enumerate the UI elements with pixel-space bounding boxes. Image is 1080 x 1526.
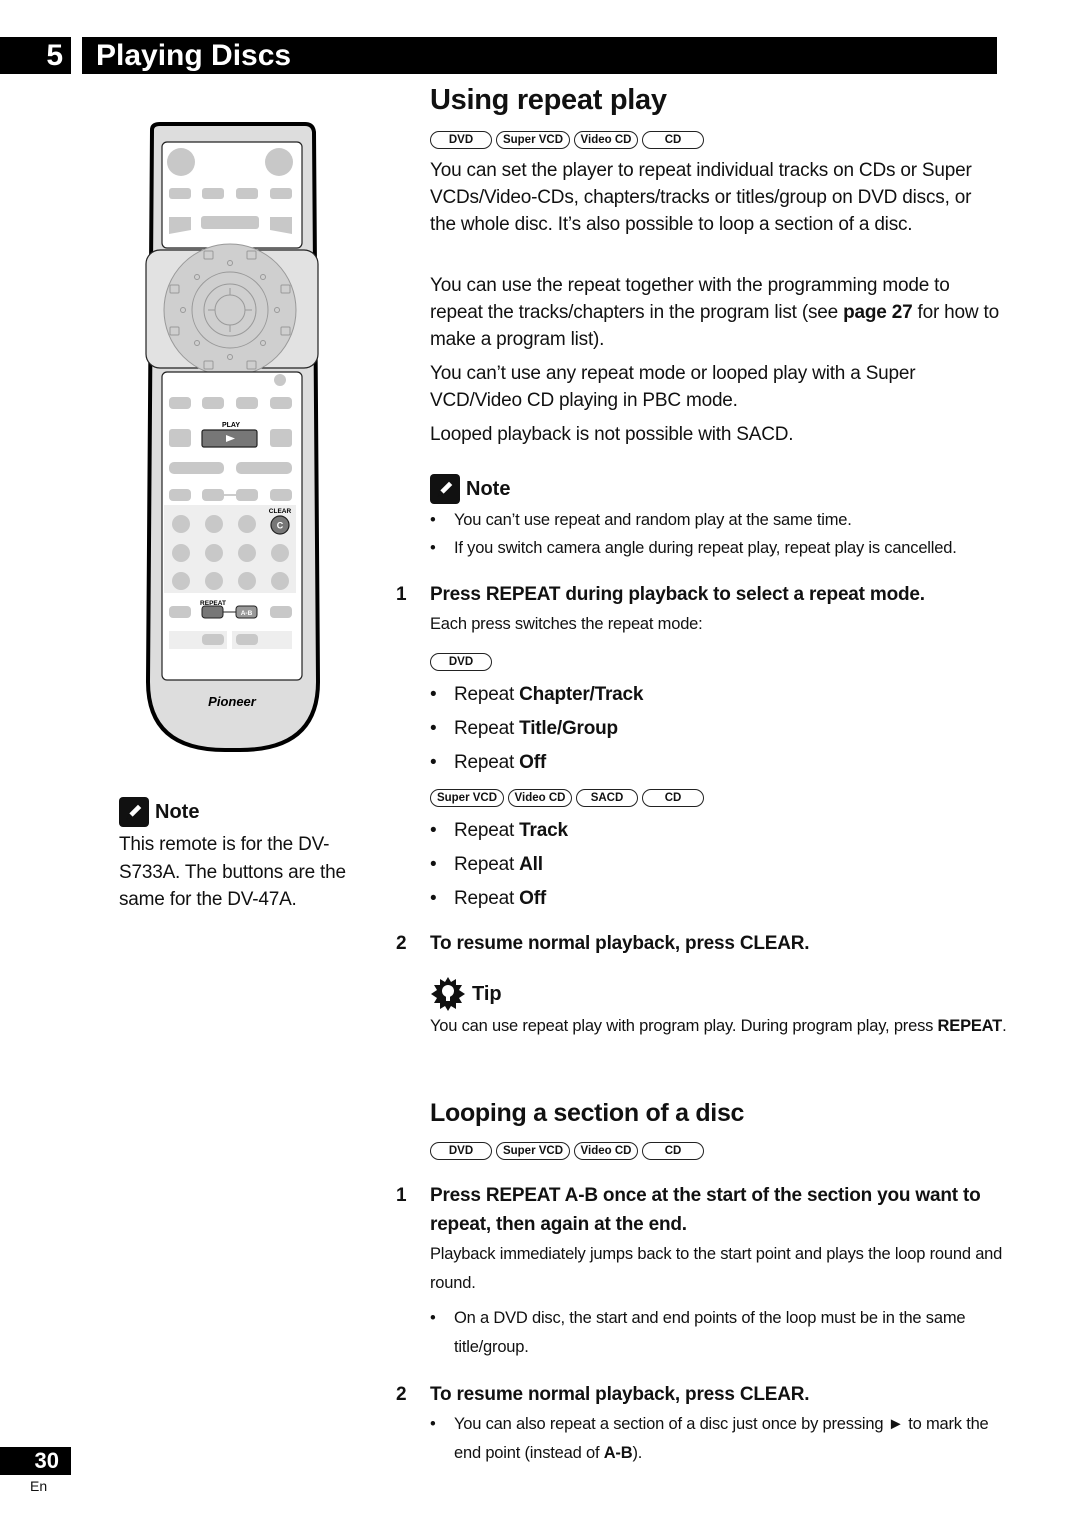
chapter-number: 5: [0, 37, 71, 74]
tip-text: You can use repeat play with program pla…: [430, 1017, 1007, 1035]
section-title-repeat-play: Using repeat play: [430, 84, 667, 116]
disc-badges: DVD Super VCD Video CD CD: [430, 131, 704, 149]
step-title: Press REPEAT during playback to select a…: [430, 584, 925, 605]
step-number: 2: [396, 1384, 407, 1405]
chapter-title: Playing Discs: [82, 37, 997, 74]
repeat-mode-item: Repeat All: [430, 848, 830, 882]
note-heading: Note: [119, 797, 369, 827]
repeat-mode-item: Repeat Chapter/Track: [430, 678, 830, 712]
step-number: 2: [396, 933, 407, 954]
open-close-button: [265, 148, 293, 176]
tip-heading: Tip: [430, 976, 1010, 1012]
dvd-repeat-modes: Repeat Chapter/Track Repeat Title/Group …: [430, 678, 830, 780]
clear-label: CLEAR: [269, 508, 292, 515]
note-item: If you switch camera angle during repeat…: [430, 534, 1010, 562]
play-label: PLAY: [222, 422, 240, 429]
pencil-icon: [430, 474, 460, 504]
badge-cd: CD: [642, 1142, 704, 1160]
badge-super-vcd: Super VCD: [496, 131, 570, 149]
cd-badges: Super VCD Video CD SACD CD: [430, 789, 704, 807]
step-number: 1: [396, 1185, 407, 1206]
repeat-mode-item: Repeat Off: [430, 882, 830, 916]
cd-repeat-modes: Repeat Track Repeat All Repeat Off: [430, 814, 830, 916]
badge-video-cd: Video CD: [574, 1142, 638, 1160]
power-button: [167, 148, 195, 176]
section-title-looping: Looping a section of a disc: [430, 1099, 745, 1127]
bullet-item: On a DVD disc, the start and end points …: [430, 1304, 1000, 1362]
pencil-icon: [119, 797, 149, 827]
step-bullets: On a DVD disc, the start and end points …: [430, 1304, 1000, 1362]
badge-super-vcd: Super VCD: [430, 789, 504, 807]
badge-cd: CD: [642, 789, 704, 807]
note-item: You can’t use repeat and random play at …: [430, 506, 1010, 534]
tip-box: Tip You can use repeat play with program…: [430, 976, 1010, 1040]
jog-dial: [163, 243, 297, 377]
svg-text:C: C: [277, 521, 284, 531]
language-label: En: [30, 1478, 48, 1494]
repeat-mode-item: Repeat Off: [430, 746, 830, 780]
bullet-item: You can also repeat a section of a disc …: [430, 1410, 1000, 1468]
step-number: 1: [396, 584, 407, 605]
step-bullets: You can also repeat a section of a disc …: [430, 1410, 1000, 1468]
badge-dvd: DVD: [430, 131, 492, 149]
repeat-mode-item: Repeat Track: [430, 814, 830, 848]
disc-badges: DVD Super VCD Video CD CD: [430, 1142, 704, 1160]
intro-paragraph: You can set the player to repeat individ…: [430, 160, 972, 235]
note-list: You can’t use repeat and random play at …: [430, 506, 1010, 562]
dvd-badges: DVD: [430, 653, 492, 671]
badge-dvd: DVD: [430, 1142, 492, 1160]
step-title: Press REPEAT A-B once at the start of th…: [430, 1185, 981, 1235]
page-number: 30: [0, 1447, 71, 1475]
badge-video-cd: Video CD: [574, 131, 638, 149]
left-note-text: This remote is for the DV-S733A. The but…: [119, 834, 346, 910]
sacd-paragraph: Looped playback is not possible with SAC…: [430, 424, 794, 445]
note-box: Note You can’t use repeat and random pla…: [430, 474, 1010, 562]
badge-cd: CD: [642, 131, 704, 149]
pbc-paragraph: You can’t use any repeat mode or looped …: [430, 363, 916, 411]
step-description: Each press switches the repeat mode:: [430, 615, 703, 633]
step-description: Playback immediately jumps back to the s…: [430, 1245, 1003, 1292]
pioneer-logo: Pioneer: [208, 694, 257, 709]
badge-video-cd: Video CD: [508, 789, 572, 807]
program-paragraph: You can use the repeat together with the…: [430, 275, 999, 350]
page-reference-link[interactable]: page 27: [843, 302, 913, 323]
remote-control-illustration: PLAY CLEAR C REPEAT A-B Pioneer: [145, 122, 321, 752]
repeat-button: [201, 605, 224, 619]
left-note: Note This remote is for the DV-S733A. Th…: [119, 797, 369, 914]
badge-sacd: SACD: [576, 789, 638, 807]
badge-super-vcd: Super VCD: [496, 1142, 570, 1160]
svg-text:A-B: A-B: [241, 610, 253, 617]
repeat-mode-item: Repeat Title/Group: [430, 712, 830, 746]
step-title: To resume normal playback, press CLEAR.: [430, 933, 810, 954]
note-heading: Note: [430, 474, 1010, 504]
badge-dvd: DVD: [430, 653, 492, 671]
step-title: To resume normal playback, press CLEAR.: [430, 1384, 810, 1405]
lightbulb-icon: [431, 977, 465, 1011]
